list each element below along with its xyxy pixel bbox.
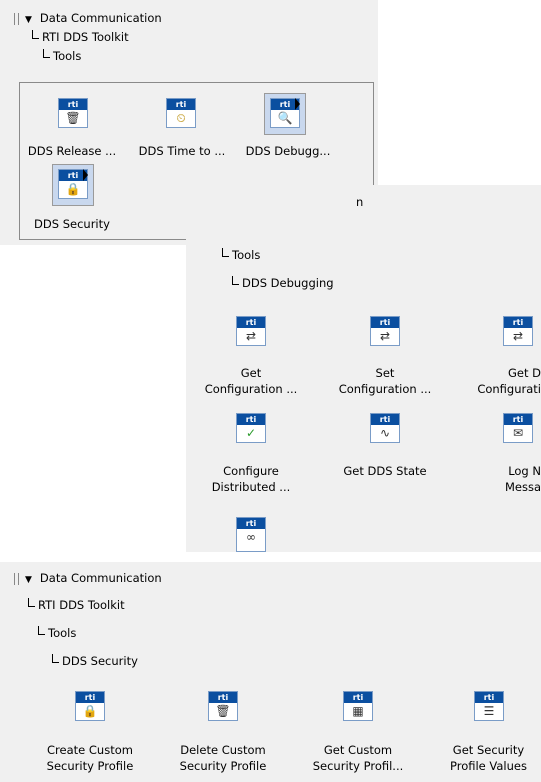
tree-branch-icon [28,598,35,607]
middle-palette: n Tools DDS Debugging rti ⇄ Get Configur… [186,185,541,552]
tree-dds-security[interactable]: DDS Security [52,652,138,670]
tree-rti-dds-toolkit[interactable]: RTI DDS Toolkit [32,28,129,46]
dds-release-button[interactable]: rti 🗑 [58,98,88,128]
trash-icon: 🗑 [65,111,81,125]
item-label-line2: Configuration ... [204,382,298,396]
monitor-icon: ∞ [246,530,256,544]
item-label-line2: Messa [504,480,541,494]
dds-security-button[interactable]: rti 🔒 [58,169,88,199]
item-label-line2: Security Profil... [312,759,404,773]
tree-rti-dds-toolkit[interactable]: RTI DDS Toolkit [28,596,125,614]
log-icon: ✉ [512,426,524,440]
item-label-line2: Security Profile [179,759,267,773]
monitor-button[interactable]: rti ∞ [236,517,266,552]
lock-icon: 🔒 [65,182,81,196]
create-profile-icon: 🔒 [82,704,98,718]
item-label-line1: Get Security [452,743,525,757]
tree-data-communication[interactable]: ▼ Data Communication [14,9,162,29]
item-label-line1: Get [240,366,262,380]
tree-tools[interactable]: Tools [222,246,260,264]
set-configuration-button[interactable]: rti ⇄ [370,316,400,346]
submenu-arrow-icon [295,98,300,110]
tree-branch-icon [52,654,59,663]
item-label-line1: Create Custom [47,743,133,757]
tree-tools[interactable]: Tools [38,624,76,642]
delete-custom-security-profile-button[interactable]: rti 🗑 [208,691,238,721]
get-configuration-button[interactable]: rti ⇄ [236,316,266,346]
configure-distributed-button[interactable]: rti ✓ [236,413,266,443]
item-label-line1: Configure [223,464,279,478]
delete-profile-icon: 🗑 [215,704,231,718]
get-custom-security-profile-button[interactable]: rti ▦ [343,691,373,721]
tree-tools[interactable]: Tools [43,47,81,65]
dds-debugging-button[interactable]: rti 🔍 [270,98,300,128]
tree-branch-icon [38,626,45,635]
get-profile-icon: ▦ [352,704,364,718]
tree-branch-icon [222,248,229,257]
configure-distributed-icon: ✓ [245,426,257,440]
time-convert-icon: ⏲ [176,111,186,125]
tree-branch-icon [32,30,39,39]
set-config-icon: ⇄ [379,329,391,343]
collapse-triangle-icon[interactable]: ▼ [25,575,32,585]
get-config-icon: ⇄ [245,329,257,343]
tree-branch-icon [43,49,50,58]
tree-partial-text: n [356,195,364,209]
get-security-profile-values-button[interactable]: rti ☰ [474,691,504,721]
get-dist-configuration-button[interactable]: rti ⇄ [503,316,533,346]
item-label-line1: Delete Custom [180,743,266,757]
item-label: DDS Release ... [27,144,117,158]
item-label-line1: Get DDS State [343,464,427,478]
bottom-palette: ▼ Data Communication RTI DDS Toolkit Tool… [0,562,541,782]
tree-branch-icon [232,276,239,285]
debugging-icon: 🔍 [277,111,293,125]
create-custom-security-profile-button[interactable]: rti 🔒 [75,691,105,721]
get-dds-state-button[interactable]: rti ∿ [370,413,400,443]
item-label-line1: Set [375,366,395,380]
item-label-line2: Security Profile [46,759,134,773]
item-label-line1: Log N [508,464,541,478]
item-label: DDS Debugg... [245,144,331,158]
grip-icon [14,12,19,25]
tree-data-communication[interactable]: ▼ Data Communication [14,569,162,589]
item-label-line2: Profile Values [450,759,527,773]
item-label-line2: Configuration ... [338,382,432,396]
item-label-line1: Get D [507,366,541,380]
item-label-line2: Configurati [477,382,541,396]
submenu-arrow-icon [83,169,88,181]
item-label: DDS Security [34,217,110,231]
item-label-line1: Get Custom [323,743,393,757]
collapse-triangle-icon[interactable]: ▼ [25,15,32,25]
get-dist-config-icon: ⇄ [512,329,524,343]
item-label-line2: Distributed ... [211,480,291,494]
dds-time-to-button[interactable]: rti ⏲ [166,98,196,128]
grip-icon [14,572,19,585]
log-messages-button[interactable]: rti ✉ [503,413,533,443]
profile-values-icon: ☰ [483,704,495,718]
tree-dds-debugging[interactable]: DDS Debugging [232,274,334,292]
state-icon: ∿ [379,426,391,440]
item-label: DDS Time to ... [138,144,226,158]
